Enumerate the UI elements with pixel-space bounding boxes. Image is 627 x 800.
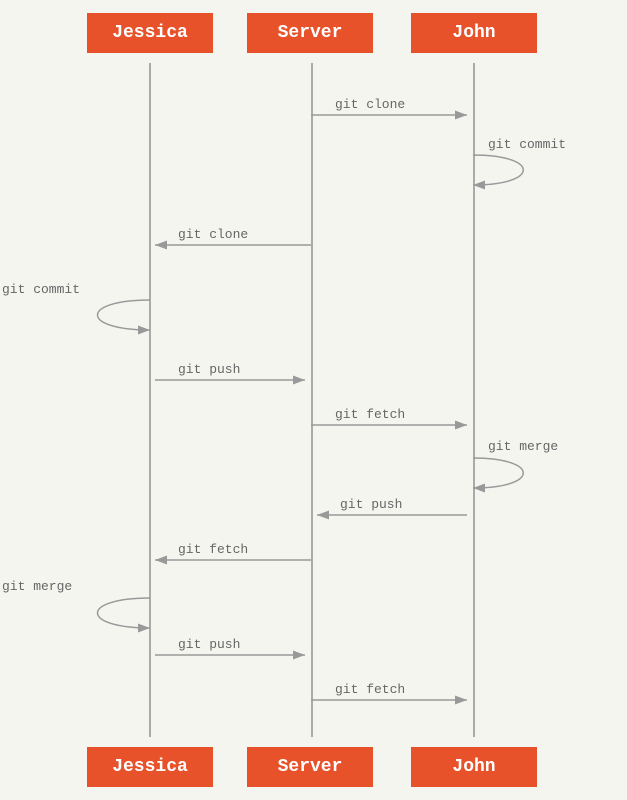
arrow-git-commit-jessica: [98, 300, 151, 330]
label-git-merge-john: git merge: [488, 439, 558, 454]
label-git-fetch-jessica: git fetch: [178, 542, 248, 557]
arrow-git-merge-john: [473, 458, 523, 488]
label-git-clone-john: git clone: [335, 97, 405, 112]
arrow-git-commit-john: [473, 155, 523, 185]
label-git-fetch-john-2: git fetch: [335, 682, 405, 697]
label-git-push-jessica: git push: [178, 362, 240, 377]
arrow-git-merge-jessica: [98, 598, 151, 628]
label-git-commit-jessica: git commit: [2, 282, 80, 297]
label-git-merge-jessica: git merge: [2, 579, 72, 594]
server-top: Server: [247, 13, 373, 53]
jessica-bottom: Jessica: [87, 747, 213, 787]
john-top: John: [411, 13, 537, 53]
label-git-push-john: git push: [340, 497, 402, 512]
server-top-label: Server: [278, 23, 343, 43]
label-git-push-jessica-2: git push: [178, 637, 240, 652]
label-git-commit-john: git commit: [488, 137, 566, 152]
jessica-top: Jessica: [87, 13, 213, 53]
server-bottom-label: Server: [278, 757, 343, 777]
john-lifeline: [473, 63, 475, 737]
john-bottom: John: [411, 747, 537, 787]
jessica-top-label: Jessica: [112, 23, 188, 43]
sequence-diagram: git clone git commit git clone git commi…: [0, 0, 627, 800]
label-git-clone-jessica: git clone: [178, 227, 248, 242]
jessica-bottom-label: Jessica: [112, 757, 188, 777]
john-top-label: John: [452, 23, 495, 43]
server-lifeline: [311, 63, 313, 737]
john-bottom-label: John: [452, 757, 495, 777]
label-git-fetch-john: git fetch: [335, 407, 405, 422]
jessica-lifeline: [149, 63, 151, 737]
server-bottom: Server: [247, 747, 373, 787]
